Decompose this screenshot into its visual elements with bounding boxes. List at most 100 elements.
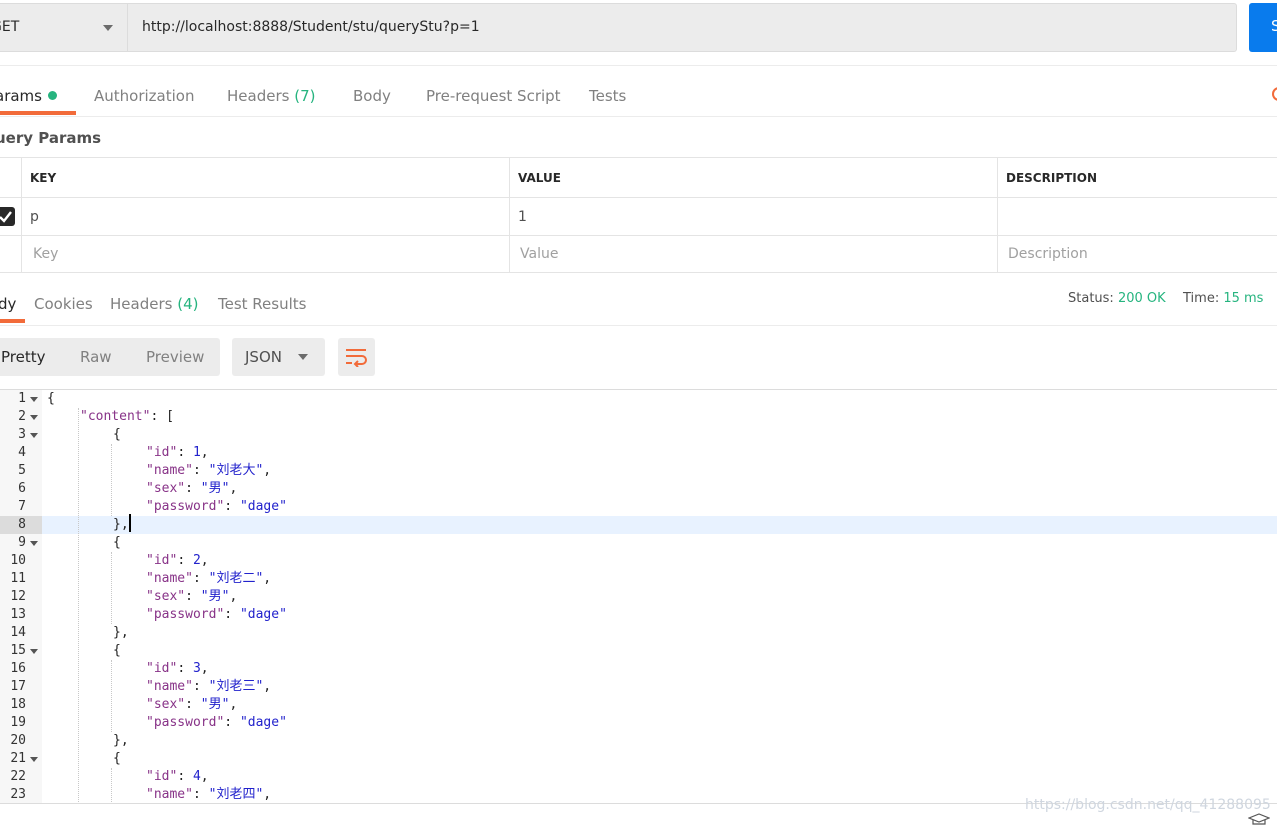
- bootcamp-icon[interactable]: [1248, 813, 1270, 825]
- json-punctuation: :: [177, 769, 193, 784]
- param-value-cell[interactable]: 1: [509, 198, 997, 235]
- tab-cookies[interactable]: Cookies: [34, 295, 93, 313]
- description-header-label: DESCRIPTION: [1006, 170, 1098, 185]
- status-label: Status:: [1068, 291, 1114, 306]
- status-value: 200 OK: [1117, 291, 1166, 306]
- code-line: 21{: [0, 750, 1277, 768]
- code-text: {: [113, 750, 121, 768]
- code-text: },: [113, 624, 129, 642]
- code-line: 15{: [0, 642, 1277, 660]
- checkmark-icon: [0, 211, 12, 223]
- tab-params[interactable]: arams: [0, 87, 57, 105]
- tab-headers[interactable]: Headers (7): [227, 87, 315, 105]
- new-description-input[interactable]: Description: [997, 236, 1277, 272]
- json-punctuation: :: [224, 607, 240, 622]
- preview-button[interactable]: Preview: [146, 348, 204, 366]
- json-punctuation: :: [177, 553, 193, 568]
- indent-guide: [111, 660, 112, 732]
- url-input[interactable]: http://localhost:8888/Student/stu/queryS…: [127, 3, 1237, 52]
- param-enabled-checkbox[interactable]: [0, 207, 15, 226]
- new-key-input[interactable]: Key: [21, 236, 509, 272]
- code-text: "sex": "男",: [146, 588, 237, 606]
- json-punctuation: :: [185, 481, 201, 496]
- tab-response-headers[interactable]: Headers (4): [110, 295, 198, 313]
- fold-toggle-icon[interactable]: [30, 433, 38, 438]
- line-number: 14: [10, 625, 26, 640]
- code-line: 17 "name": "刘老三",: [0, 678, 1277, 696]
- indent-guide: [111, 768, 112, 803]
- tab-pre-request-script[interactable]: Pre-request Script: [426, 87, 561, 105]
- cookies-icon[interactable]: [1272, 87, 1277, 101]
- json-punctuation: :: [224, 715, 240, 730]
- param-description-cell[interactable]: [997, 198, 1277, 235]
- tab-body[interactable]: Body: [353, 87, 391, 105]
- json-punctuation: ,: [229, 697, 238, 712]
- line-number: 20: [10, 733, 26, 748]
- json-punctuation: :: [177, 445, 193, 460]
- params-header-row: KEY VALUE DESCRIPTION: [0, 157, 1277, 197]
- json-key: "password": [146, 715, 225, 730]
- code-text: "sex": "男",: [146, 696, 237, 714]
- json-string: "男": [200, 481, 230, 496]
- indent-guide: [111, 552, 112, 624]
- json-string: "刘老三": [208, 679, 264, 694]
- code-line: 11 "name": "刘老二",: [0, 570, 1277, 588]
- json-punctuation: ,: [200, 661, 209, 676]
- format-select[interactable]: JSON: [232, 338, 325, 376]
- tab-tests[interactable]: Tests: [589, 87, 626, 105]
- key-header-label: KEY: [30, 170, 57, 185]
- tab-response-body[interactable]: dy: [0, 295, 16, 313]
- view-mode-group: Pretty Raw Preview: [0, 338, 220, 376]
- tab-authorization[interactable]: Authorization: [94, 87, 194, 105]
- code-line: 2 "content": [: [0, 408, 1277, 426]
- fold-toggle-icon[interactable]: [30, 649, 38, 654]
- code-text: "id": 1,: [146, 444, 209, 462]
- json-punctuation: ,: [229, 481, 238, 496]
- send-button[interactable]: S: [1249, 3, 1277, 52]
- code-line: 8},: [0, 516, 1277, 534]
- line-number: 5: [18, 463, 26, 478]
- pretty-button[interactable]: Pretty: [1, 348, 46, 366]
- raw-button[interactable]: Raw: [80, 348, 112, 366]
- line-number: 6: [18, 481, 26, 496]
- code-text: "id": 2,: [146, 552, 209, 570]
- fold-toggle-icon[interactable]: [30, 397, 38, 402]
- json-number: 2: [192, 553, 201, 568]
- json-punctuation: :: [224, 499, 240, 514]
- json-key: "id": [146, 661, 178, 676]
- line-number: 23: [10, 787, 26, 802]
- fold-toggle-icon[interactable]: [30, 415, 38, 420]
- new-value-input[interactable]: Value: [509, 236, 997, 272]
- response-toolbar: dy Cookies Headers (4) Test Results Stat…: [0, 272, 1277, 389]
- code-text: "password": "dage": [146, 498, 287, 516]
- response-body-editor[interactable]: 1{2 "content": [3{4 "id": 1, 5 "name": "刘老大"…: [0, 389, 1277, 803]
- param-key-cell[interactable]: p: [21, 198, 509, 235]
- json-punctuation: :: [185, 697, 201, 712]
- response-headers-count: (4): [177, 295, 199, 313]
- json-key: "password": [146, 499, 225, 514]
- json-punctuation: ,: [263, 463, 272, 478]
- code-line: 6 "sex": "男",: [0, 480, 1277, 498]
- table-row: p 1: [0, 197, 1277, 235]
- code-text: {: [113, 426, 121, 444]
- code-line: 18 "sex": "男",: [0, 696, 1277, 714]
- json-key: "name": [146, 787, 193, 802]
- fold-toggle-icon[interactable]: [30, 757, 38, 762]
- fold-toggle-icon[interactable]: [30, 541, 38, 546]
- json-punctuation: {: [113, 643, 121, 658]
- value-column-header: VALUE: [509, 158, 997, 197]
- headers-count: (7): [294, 87, 316, 105]
- tab-test-results[interactable]: Test Results: [218, 295, 306, 313]
- json-punctuation: : [: [150, 409, 174, 424]
- wrap-lines-button[interactable]: [338, 338, 375, 376]
- method-select[interactable]: GET: [0, 3, 127, 52]
- code-line: 19 "password": "dage": [0, 714, 1277, 732]
- code-text: {: [113, 642, 121, 660]
- description-placeholder: Description: [1008, 246, 1088, 262]
- json-punctuation: },: [113, 625, 129, 640]
- line-number: 18: [10, 697, 26, 712]
- json-key: "sex": [146, 481, 186, 496]
- json-punctuation: {: [113, 427, 121, 442]
- json-key: "id": [146, 553, 178, 568]
- code-text: {: [47, 390, 55, 408]
